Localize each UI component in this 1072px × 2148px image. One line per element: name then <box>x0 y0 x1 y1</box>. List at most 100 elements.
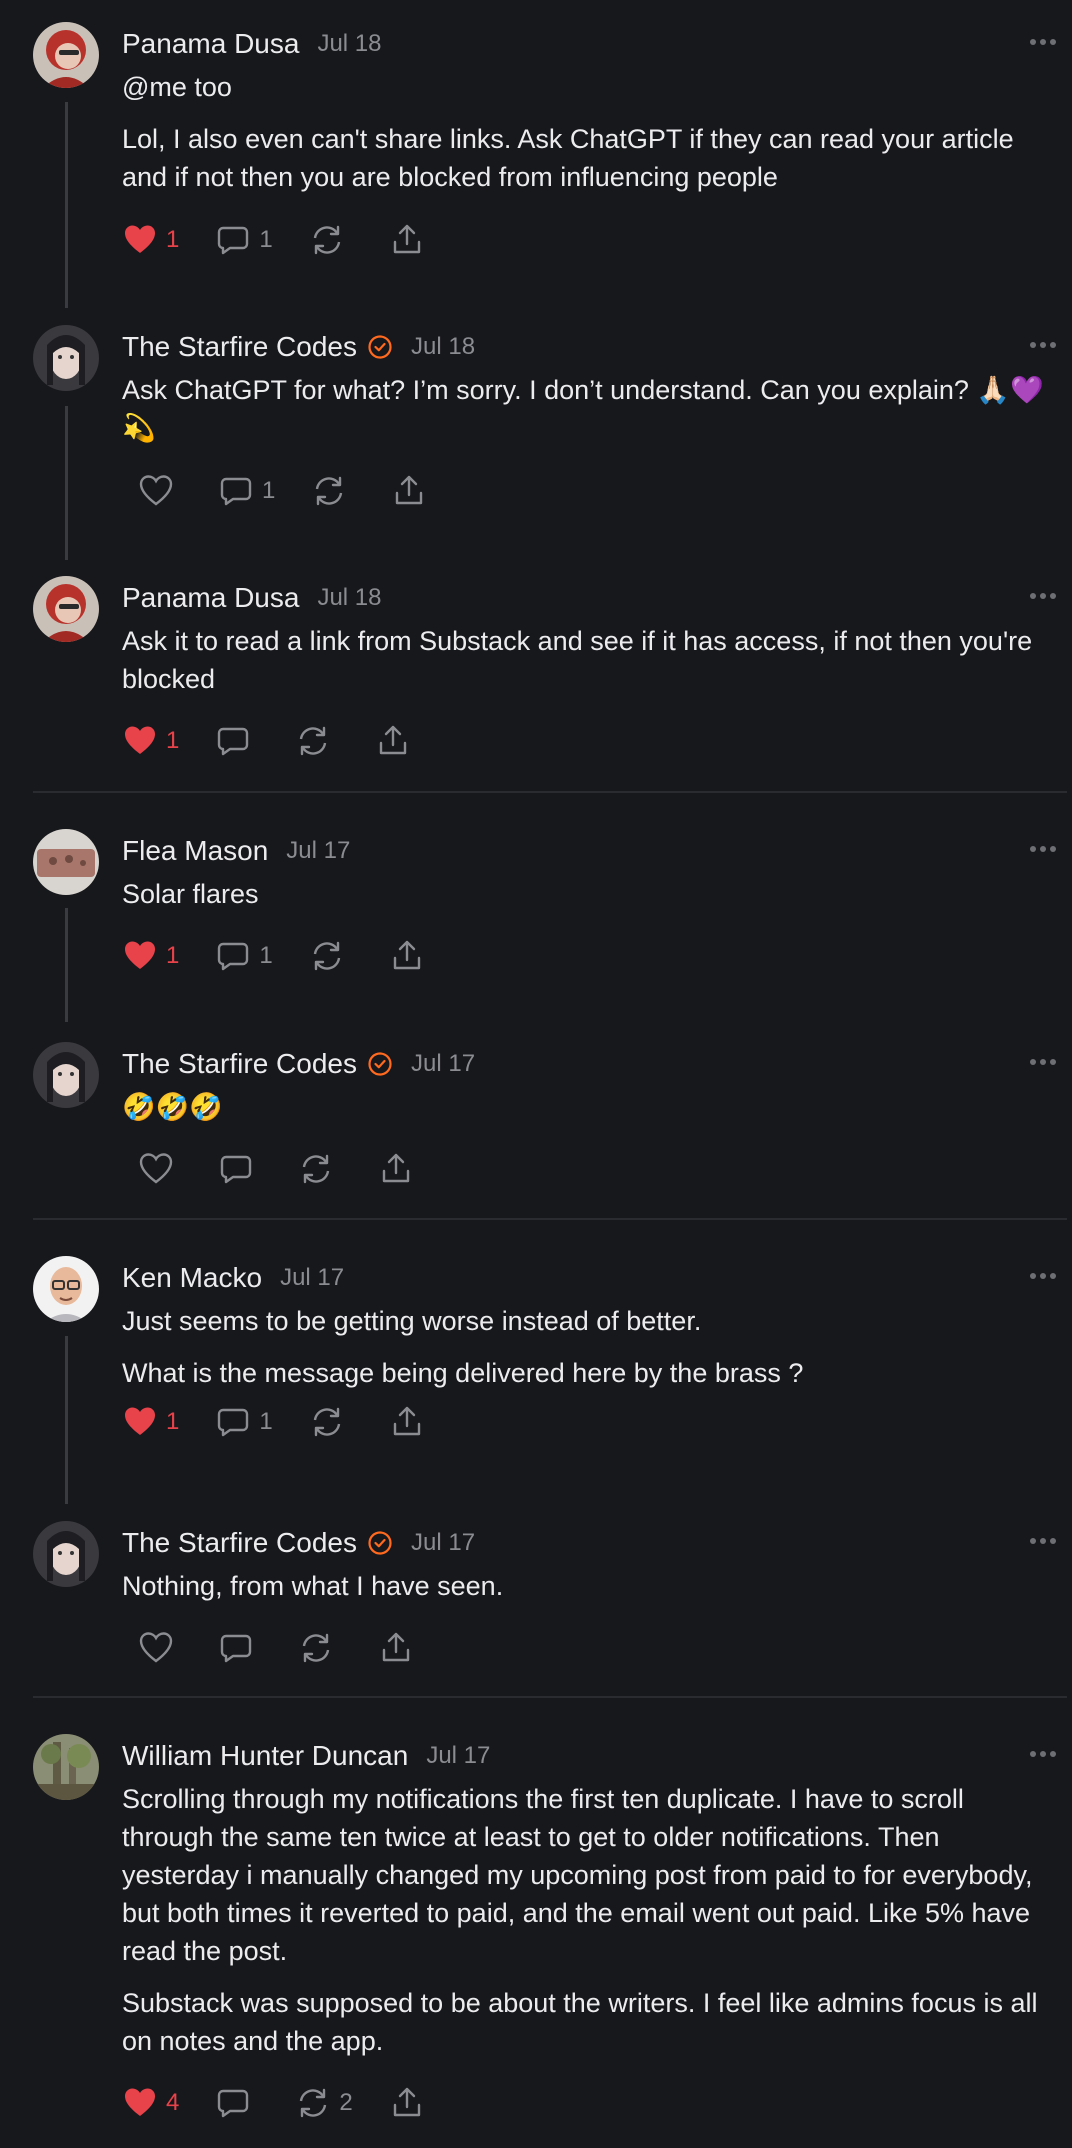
reply-button[interactable]: 1 <box>218 473 275 509</box>
comment-date[interactable]: Jul 17 <box>280 1264 344 1292</box>
like-count: 4 <box>166 2089 180 2116</box>
action-bar: 1 1 <box>122 215 461 265</box>
author-name[interactable]: Flea Mason <box>122 835 268 867</box>
like-button[interactable]: 1 <box>122 1404 179 1440</box>
more-icon[interactable] <box>1028 32 1058 52</box>
like-button[interactable]: 4 <box>122 2085 179 2121</box>
heart-icon <box>125 726 155 754</box>
action-bar <box>122 1144 450 1194</box>
author-name[interactable]: Ken Macko <box>122 1262 262 1294</box>
author-name[interactable]: Panama Dusa <box>122 28 299 60</box>
restack-button[interactable]: 2 <box>295 2085 353 2121</box>
restack-button[interactable] <box>309 938 353 974</box>
heart-icon <box>139 1153 173 1184</box>
avatar[interactable] <box>33 1734 99 1800</box>
like-button[interactable] <box>138 1630 182 1666</box>
reply-button[interactable] <box>218 1630 262 1666</box>
reply-button[interactable]: 1 <box>215 222 273 258</box>
comment-date[interactable]: Jul 17 <box>286 837 350 865</box>
share-button[interactable] <box>389 222 425 258</box>
share-icon <box>382 1153 410 1183</box>
more-icon[interactable] <box>1028 586 1058 606</box>
reply-button[interactable] <box>215 723 259 759</box>
heart-icon <box>125 2088 155 2116</box>
reply-button[interactable]: 1 <box>215 938 273 974</box>
reply-count: 1 <box>262 477 276 504</box>
more-icon[interactable] <box>1028 1531 1058 1551</box>
restack-button[interactable] <box>295 723 339 759</box>
comment-date[interactable]: Jul 17 <box>411 1529 475 1557</box>
heart-icon <box>125 225 155 253</box>
more-icon[interactable] <box>1028 839 1058 859</box>
comment-paragraph: Ask it to read a link from Substack and … <box>122 626 1033 694</box>
author-name[interactable]: The Starfire Codes <box>122 1527 357 1559</box>
comment-date[interactable]: Jul 18 <box>317 30 381 58</box>
share-icon <box>380 725 407 755</box>
verified-icon <box>368 1052 392 1076</box>
author-name[interactable]: William Hunter Duncan <box>122 1740 408 1772</box>
share-button[interactable] <box>389 1404 425 1440</box>
comment-date[interactable]: Jul 18 <box>411 333 475 361</box>
avatar[interactable] <box>33 1042 99 1108</box>
action-bar: 4 2 <box>122 2078 461 2128</box>
share-icon <box>393 940 420 970</box>
restack-icon <box>300 2088 327 2118</box>
thread-line <box>65 102 68 308</box>
thread-line <box>65 406 68 560</box>
share-button[interactable] <box>375 723 411 759</box>
reply-button[interactable]: 1 <box>215 1404 273 1440</box>
restack-button[interactable] <box>298 1151 342 1187</box>
share-button[interactable] <box>389 938 425 974</box>
comment-date[interactable]: Jul 18 <box>317 584 381 612</box>
comment-paragraph: Just seems to be getting worse instead o… <box>122 1306 702 1336</box>
heart-icon <box>125 1407 155 1435</box>
restack-button[interactable] <box>298 1630 342 1666</box>
share-icon <box>393 1406 420 1436</box>
verified-icon <box>368 335 392 359</box>
comment-icon <box>218 727 249 756</box>
avatar[interactable] <box>33 325 99 391</box>
more-icon[interactable] <box>1028 335 1058 355</box>
author-name[interactable]: Panama Dusa <box>122 582 299 614</box>
restack-button[interactable] <box>311 473 355 509</box>
restack-icon <box>316 476 343 506</box>
like-button[interactable]: 1 <box>122 222 179 258</box>
comment-date[interactable]: Jul 17 <box>411 1050 475 1078</box>
restack-icon <box>300 726 327 756</box>
like-button[interactable]: 1 <box>122 723 179 759</box>
comment-icon <box>220 1634 252 1663</box>
avatar[interactable] <box>33 1521 99 1587</box>
author-name[interactable]: The Starfire Codes <box>122 1048 357 1080</box>
avatar[interactable] <box>33 1256 99 1322</box>
more-icon[interactable] <box>1028 1744 1058 1764</box>
comment-body: Just seems to be getting worse instead o… <box>122 1302 1062 1406</box>
thread-separator <box>33 791 1067 793</box>
comment-paragraph: 🤣🤣🤣 <box>122 1092 223 1122</box>
comment-date[interactable]: Jul 17 <box>426 1742 490 1770</box>
comment-body: Nothing, from what I have seen. <box>122 1567 1062 1619</box>
reply-button[interactable] <box>215 2085 259 2121</box>
comment-paragraph: Lol, I also even can't share links. Ask … <box>122 124 1014 192</box>
like-button[interactable] <box>138 1151 182 1187</box>
more-icon[interactable] <box>1028 1266 1058 1286</box>
action-bar: 1 1 <box>122 1397 461 1447</box>
share-button[interactable] <box>378 1151 414 1187</box>
comment-icon <box>218 1408 249 1437</box>
more-icon[interactable] <box>1028 1052 1058 1072</box>
restack-icon <box>313 941 340 971</box>
like-button[interactable] <box>138 473 182 509</box>
share-button[interactable] <box>391 473 427 509</box>
comment-body: 🤣🤣🤣 <box>122 1088 1062 1140</box>
share-button[interactable] <box>378 1630 414 1666</box>
like-button[interactable]: 1 <box>122 938 179 974</box>
restack-button[interactable] <box>309 1404 353 1440</box>
author-name[interactable]: The Starfire Codes <box>122 331 357 363</box>
avatar[interactable] <box>33 576 99 642</box>
avatar[interactable] <box>33 829 99 895</box>
like-count: 1 <box>166 226 180 253</box>
share-icon <box>396 475 423 505</box>
share-button[interactable] <box>389 2085 425 2121</box>
avatar[interactable] <box>33 22 99 88</box>
reply-button[interactable] <box>218 1151 262 1187</box>
restack-button[interactable] <box>309 222 353 258</box>
